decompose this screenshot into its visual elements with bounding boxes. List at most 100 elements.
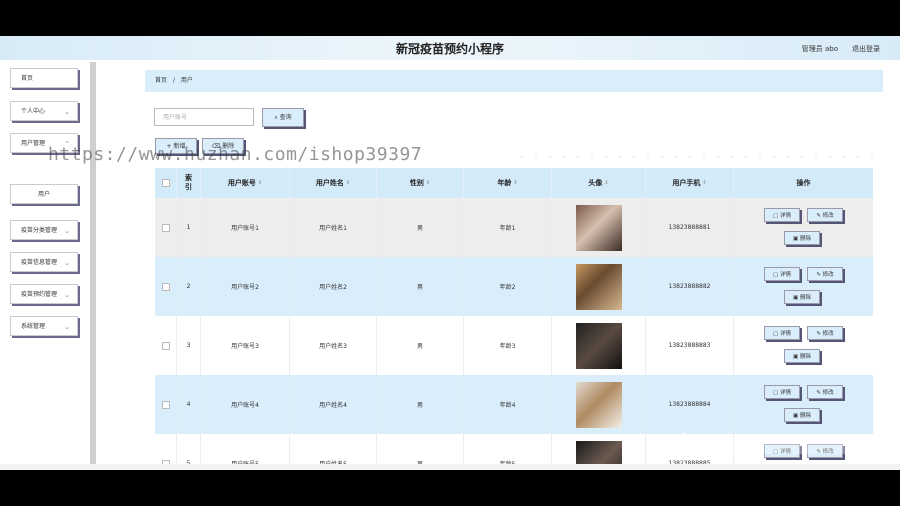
sidebar-item-label: 用户管理	[21, 140, 46, 147]
header-ops: 操作	[734, 168, 873, 198]
row-checkbox[interactable]	[161, 282, 170, 291]
edit-button[interactable]: ✎ 修改	[807, 208, 843, 222]
detail-button-label: 详情	[779, 331, 791, 337]
cell-avatar	[552, 257, 646, 316]
cell-name: 用户姓名3	[290, 316, 377, 375]
row-checkbox-cell	[155, 198, 177, 257]
sidebar-item-label: 疫苗分类管理	[21, 227, 58, 234]
edit-button-label: 修改	[822, 331, 834, 337]
breadcrumb: 首页 / 用户	[145, 70, 883, 92]
detail-button[interactable]: ▢ 详情	[764, 385, 800, 399]
edit-button[interactable]: ✎ 修改	[807, 326, 843, 340]
edit-button-label: 修改	[822, 213, 834, 219]
header-ops-label: 操作	[796, 179, 811, 187]
chevron-down-icon: ⌄	[64, 108, 70, 116]
query-button[interactable]: ⌕ 查询	[262, 108, 304, 127]
logout-link[interactable]: 退出登录	[852, 44, 880, 54]
detail-button[interactable]: ▢ 详情	[764, 326, 800, 340]
cell-account: 用户账号4	[201, 375, 290, 434]
cell-age: 年龄4	[464, 375, 552, 434]
header-name-label: 用户姓名	[315, 179, 344, 187]
trash-icon: ▣	[793, 236, 800, 242]
cell-ops: ▢ 详情 ✎ 修改 ▣ 删除	[734, 257, 873, 316]
cell-avatar	[552, 316, 646, 375]
cell-index: 1	[177, 198, 201, 257]
cell-avatar	[552, 198, 646, 257]
header-account[interactable]: 用户账号 ⇕	[201, 168, 290, 198]
trash-icon: ▣	[793, 354, 800, 360]
breadcrumb-separator: /	[172, 77, 175, 84]
sidebar-item-personal[interactable]: 个人中心 ⌄	[10, 101, 78, 121]
cell-age: 年龄2	[464, 257, 552, 316]
avatar	[575, 381, 622, 428]
cell-name: 用户姓名4	[290, 375, 377, 434]
sidebar-item-label: 系统管理	[21, 323, 46, 330]
delete-button[interactable]: ▣ 删除	[784, 231, 820, 245]
delete-button-label: 删除	[799, 354, 811, 360]
edit-button[interactable]: ✎ 修改	[807, 267, 843, 281]
sort-icon: ⇕	[257, 180, 263, 186]
row-actions: ▢ 详情 ✎ 修改 ▣ 删除	[734, 316, 873, 375]
row-actions: ▢ 详情 ✎ 修改 ▣ 删除	[734, 198, 873, 257]
chevron-down-icon: ⌄	[64, 227, 70, 235]
header-gender-label: 性别	[409, 179, 424, 187]
row-checkbox[interactable]	[161, 341, 170, 350]
sort-icon: ⇕	[604, 180, 609, 186]
sidebar-item-vaccine-category[interactable]: 疫苗分类管理 ⌄	[10, 220, 78, 240]
delete-button[interactable]: ▣ 删除	[784, 290, 820, 304]
sidebar-item-vaccine-booking[interactable]: 疫苗预约管理 ⌄	[10, 284, 78, 304]
top-bar: 新冠疫苗预约小程序 管理员 abo 退出登录	[0, 36, 900, 60]
header-name[interactable]: 用户姓名 ⇕	[290, 168, 377, 198]
breadcrumb-home[interactable]: 首页	[155, 77, 167, 84]
header-gender[interactable]: 性别 ⇕	[377, 168, 464, 198]
watermark-text: https://www.huzhan.com/ishop39397	[48, 144, 423, 165]
detail-icon: ▢	[773, 272, 780, 278]
cell-gender: 男	[377, 257, 464, 316]
header-phone[interactable]: 用户手机 ⇕	[646, 168, 734, 198]
table-header: 索引 用户账号 ⇕ 用户姓名 ⇕ 性别 ⇕ 年龄 ⇕ 头像 ⇕ 用户手机 ⇕ 操作	[155, 168, 873, 198]
decorative-dots	[515, 154, 885, 160]
sidebar-subitem-user[interactable]: 用户	[10, 184, 78, 204]
detail-button[interactable]: ▢ 详情	[764, 208, 800, 222]
header-index[interactable]: 索引	[177, 168, 201, 198]
trash-icon: ▣	[793, 295, 800, 301]
sidebar-item-vaccine-info[interactable]: 疫苗信息管理 ⌄	[10, 252, 78, 272]
app-title: 新冠疫苗预约小程序	[395, 42, 504, 56]
sort-icon: ⇕	[513, 180, 518, 186]
cell-phone: 13823888883	[646, 316, 734, 375]
edit-button-label: 修改	[822, 272, 834, 278]
cell-avatar	[552, 375, 646, 434]
sidebar-item-label: 个人中心	[21, 108, 46, 115]
header-index-label: 索引	[185, 174, 192, 191]
admin-label: 管理员 abo	[801, 45, 838, 53]
header-age[interactable]: 年龄 ⇕	[464, 168, 552, 198]
header-avatar-label: 头像	[588, 179, 603, 187]
row-checkbox[interactable]	[161, 223, 170, 232]
edit-button[interactable]: ✎ 修改	[807, 385, 843, 399]
cell-index: 4	[177, 375, 201, 434]
header-avatar[interactable]: 头像 ⇕	[552, 168, 646, 198]
sidebar-item-label: 首页	[21, 75, 34, 82]
detail-icon: ▢	[773, 390, 780, 396]
cell-account: 用户账号1	[201, 198, 290, 257]
search-input[interactable]: 用户账号	[154, 108, 254, 126]
delete-button-label: 删除	[799, 236, 811, 242]
delete-button[interactable]: ▣ 删除	[784, 349, 820, 363]
detail-button-label: 详情	[779, 272, 791, 278]
detail-button[interactable]: ▢ 详情	[764, 267, 800, 281]
sidebar-item-system[interactable]: 系统管理 ⌄	[10, 316, 78, 336]
video-logo-watermark	[682, 430, 852, 462]
sidebar-item-home[interactable]: 首页	[10, 68, 78, 88]
header-phone-label: 用户手机	[672, 179, 701, 187]
query-button-label: 查询	[279, 114, 292, 121]
detail-icon: ▢	[773, 331, 780, 337]
detail-icon: ▢	[773, 213, 780, 219]
horizontal-scrollbar[interactable]	[0, 464, 900, 470]
cell-gender: 男	[377, 316, 464, 375]
row-checkbox[interactable]	[161, 400, 170, 409]
table-row: 2 用户账号2 用户姓名2 男年龄2 13823888882 ▢ 详情 ✎ 修改 ▣ 删除	[155, 257, 873, 316]
delete-button[interactable]: ▣ 删除	[784, 408, 820, 422]
select-all-checkbox[interactable]	[161, 179, 170, 187]
sidebar-scrollbar[interactable]	[90, 62, 96, 466]
table-row: 3 用户账号3 用户姓名3 男年龄3 13823888883 ▢ 详情 ✎ 修改 ▣ 删除	[155, 316, 873, 375]
